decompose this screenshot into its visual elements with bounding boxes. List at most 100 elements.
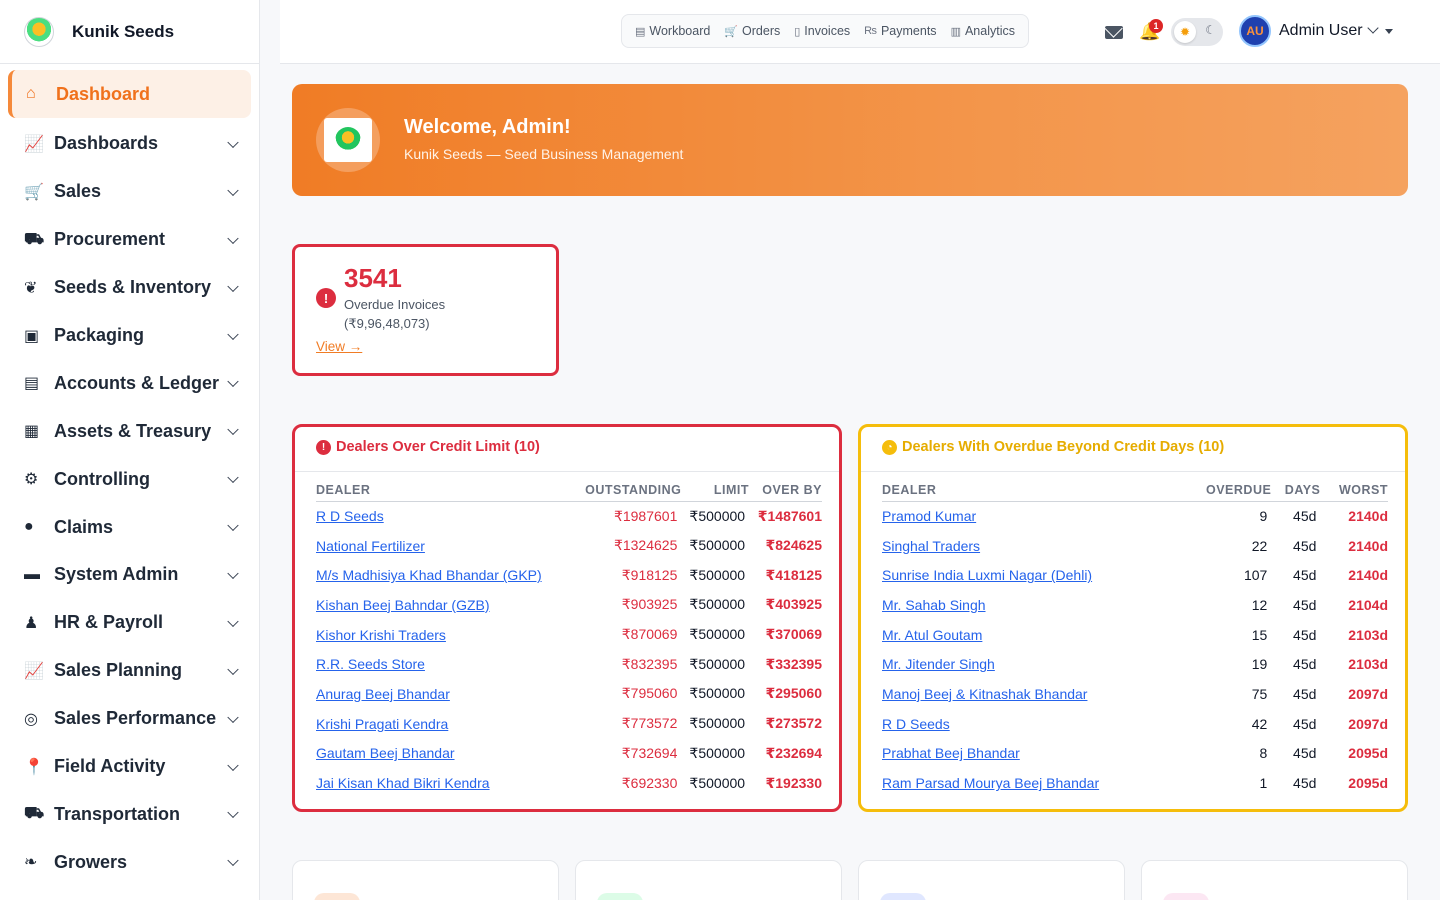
sidebar-item-growers[interactable]: ❧ Growers (8, 838, 251, 886)
stat-icon (880, 893, 926, 900)
truck-icon: ⛟ (24, 805, 45, 823)
dealer-link[interactable]: Ram Parsad Mourya Beej Bhandar (882, 775, 1099, 791)
clipboard-icon: ▤ (635, 25, 646, 38)
dealer-link[interactable]: Mr. Atul Goutam (882, 627, 982, 643)
quicknav-label: Payments (880, 24, 937, 38)
table-row: Sunrise India Luxmi Nagar (Dehli) 107 45d 2… (882, 560, 1388, 590)
sidebar-item-label: Field Activity (54, 756, 166, 777)
sidebar-item-claims[interactable]: ● Claims (8, 503, 251, 551)
sidebar-item-hr-payroll[interactable]: ♟ HR & Payroll (8, 599, 251, 647)
truck-loading-icon: ⛟ (24, 230, 45, 248)
dealer-cell: Anurag Beej Bhandar (316, 679, 572, 709)
sidebar-item-label: Packaging (54, 325, 145, 345)
stat-card (858, 860, 1125, 900)
sidebar-item-label: System Admin (54, 564, 179, 585)
sidebar-item-system-admin[interactable]: ▬ System Admin (8, 551, 251, 599)
chart-icon: ▥ (950, 25, 961, 38)
dealer-link[interactable]: Gautam Beej Bhandar (316, 745, 455, 761)
topbar: ▤ Workboard 🛒 Orders ▯ Invoices ₨ Payments ▥ Anal… (280, 0, 1440, 64)
chevron-down-icon (227, 424, 239, 436)
sidebar-item-sales[interactable]: 🛒 Sales (8, 168, 251, 216)
quicknav-payments[interactable]: ₨ Payments (857, 24, 943, 38)
limit-value: ₹500000 (689, 774, 746, 791)
table-row: National Fertilizer ₹1324625 ₹500000 ₹82462… (316, 531, 822, 561)
caret-down-icon (1384, 28, 1393, 34)
chevron-down-icon (227, 711, 239, 723)
credit-days-value: 45d (1293, 537, 1317, 554)
brand[interactable]: Kunik Seeds (0, 0, 259, 64)
credit-days-value: 45d (1293, 508, 1317, 525)
user-menu[interactable]: AU Admin User (1239, 15, 1393, 47)
dealer-cell: Manoj Beej & Kitnashak Bhandar (882, 679, 1181, 709)
building-icon: ▦ (24, 423, 40, 441)
quicknav-label: Workboard (649, 24, 711, 38)
dealer-cell: Pramod Kumar (882, 501, 1181, 531)
column-header: OVER BY (749, 481, 822, 502)
dealer-link[interactable]: Singhal Traders (882, 538, 980, 554)
dealer-link[interactable]: R.R. Seeds Store (316, 656, 425, 672)
dealer-link[interactable]: M/s Madhisiya Khad Bhandar (GKP) (316, 567, 542, 583)
sidebar-item-sales-performance[interactable]: ◎ Sales Performance (8, 695, 251, 743)
sidebar-item-field-activity[interactable]: 📍 Field Activity (8, 743, 251, 791)
dealer-link[interactable]: Jai Kisan Khad Bikri Kendra (316, 775, 490, 791)
sidebar-item-packaging[interactable]: ▣ Packaging (8, 312, 251, 360)
book-icon: ▤ (24, 375, 40, 393)
view-overdue-link[interactable]: View → (316, 339, 362, 354)
sidebar-item-dashboard[interactable]: ⌂ Dashboard (8, 70, 251, 118)
dealer-link[interactable]: R D Seeds (316, 508, 384, 524)
dealer-link[interactable]: Anurag Beej Bhandar (316, 686, 450, 702)
overdue-count-value: 107 (1243, 567, 1268, 584)
sidebar-item-accounts-ledger[interactable]: ▤ Accounts & Ledger (8, 359, 251, 407)
chevron-down-icon (227, 567, 239, 580)
dealer-link[interactable]: Prabhat Beej Bhandar (882, 745, 1020, 761)
chevron-down-icon (227, 328, 239, 340)
sidebar-item-transportation[interactable]: ⛟ Transportation (8, 790, 251, 838)
worst-days-value: 2104d (1348, 596, 1388, 613)
sidebar-item-procurement[interactable]: ⛟ Procurement (8, 216, 251, 264)
overdue-count-value: 75 (1251, 685, 1268, 702)
overdue-count-value: 9 (1259, 508, 1268, 525)
chevron-down-icon (1366, 22, 1379, 34)
theme-toggle[interactable]: ✹ ☾ (1171, 18, 1223, 46)
sidebar-item-assets-treasury[interactable]: ▦ Assets & Treasury (8, 407, 251, 455)
sidebar-item-controlling[interactable]: ⚙ Controlling (8, 455, 251, 503)
dealer-link[interactable]: Manoj Beej & Kitnashak Bhandar (882, 686, 1087, 702)
dealer-link[interactable]: Pramod Kumar (882, 508, 976, 524)
dealer-link[interactable]: R D Seeds (882, 716, 950, 732)
notifications-button[interactable]: 🔔 1 (1139, 19, 1163, 41)
sidebar-item-sales-planning[interactable]: 📈 Sales Planning (8, 647, 251, 695)
mail-icon[interactable] (1105, 25, 1123, 39)
dealer-link[interactable]: Mr. Sahab Singh (882, 597, 986, 613)
credit-days-value: 45d (1293, 596, 1317, 613)
overdue-count-value: 8 (1259, 745, 1268, 762)
dealer-cell: Mr. Jitender Singh (882, 649, 1181, 679)
worst-days-value: 2140d (1348, 537, 1388, 554)
table-row: R D Seeds 42 45d 2097d (882, 709, 1388, 739)
dealer-link[interactable]: Kishan Beej Bahndar (GZB) (316, 597, 490, 613)
user-name: Admin User (1279, 22, 1363, 39)
dealer-link[interactable]: Kishor Krishi Traders (316, 627, 446, 643)
quicknav-workboard[interactable]: ▤ Workboard (628, 24, 717, 38)
dealer-cell: Sunrise India Luxmi Nagar (Dehli) (882, 560, 1181, 590)
dealer-link[interactable]: National Fertilizer (316, 538, 425, 554)
sidebar-item-label: Sales Planning (54, 660, 183, 681)
sidebar-item-seeds-inventory[interactable]: ❦ Seeds & Inventory (8, 264, 251, 312)
dealer-link[interactable]: Sunrise India Luxmi Nagar (Dehli) (882, 567, 1092, 583)
dealer-link[interactable]: Krishi Pragati Kendra (316, 716, 448, 732)
worst-days-value: 2103d (1348, 656, 1388, 673)
over-by-value: ₹403925 (765, 596, 822, 613)
limit-value: ₹500000 (689, 655, 746, 672)
chevron-down-icon (227, 471, 239, 484)
bullseye-icon: ◎ (24, 710, 38, 728)
chevron-down-icon (227, 519, 239, 532)
sidebar-item-dashboards[interactable]: 📈 Dashboards (8, 120, 251, 168)
quicknav-orders[interactable]: 🛒 Orders (717, 24, 787, 38)
stat-card (1141, 860, 1408, 900)
quicknav-invoices[interactable]: ▯ Invoices (787, 24, 857, 38)
dealer-link[interactable]: Mr. Jitender Singh (882, 656, 995, 672)
chevron-down-icon (227, 184, 239, 196)
worst-days-value: 2103d (1348, 626, 1388, 643)
dealer-cell: Krishi Pragati Kendra (316, 709, 572, 739)
chevron-down-icon (227, 136, 239, 148)
quicknav-analytics[interactable]: ▥ Analytics (944, 24, 1022, 38)
